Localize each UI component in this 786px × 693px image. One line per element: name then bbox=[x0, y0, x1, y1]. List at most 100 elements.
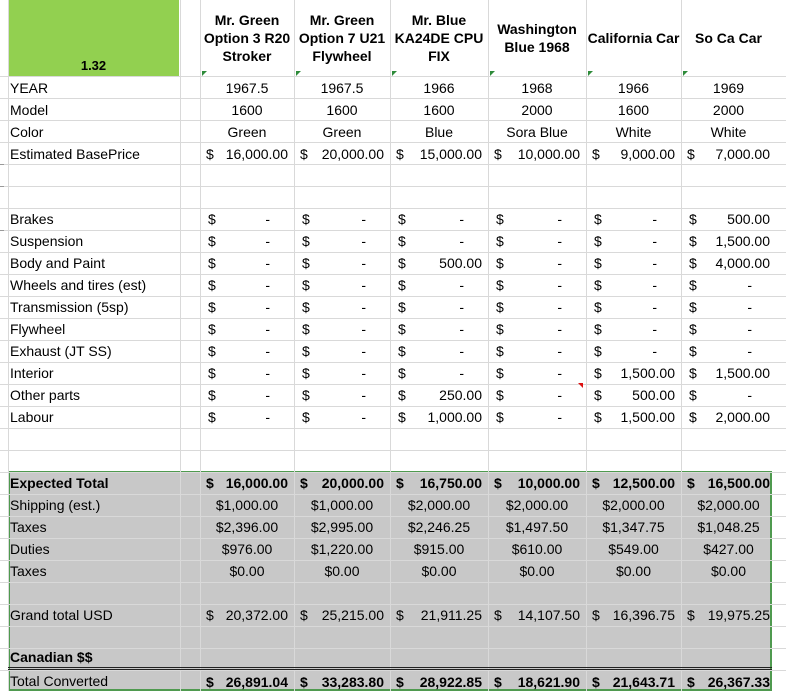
fee-cell[interactable]: $2,000.00 bbox=[390, 494, 488, 516]
fee-cell[interactable]: $915.00 bbox=[390, 538, 488, 560]
row-label[interactable]: Taxes bbox=[8, 516, 180, 538]
fee-cell[interactable]: $1,347.75 bbox=[586, 516, 681, 538]
row-label[interactable]: Flywheel bbox=[8, 318, 180, 340]
row-label[interactable]: Estimated BasePrice bbox=[8, 143, 180, 165]
grand-total-cell[interactable]: $19,975.25 bbox=[681, 604, 776, 626]
total-converted-cell[interactable]: $28,922.85 bbox=[390, 671, 488, 693]
row-label[interactable]: Model bbox=[8, 99, 180, 121]
cost-cell[interactable]: $1,500.00 bbox=[681, 230, 776, 252]
expected-total-cell[interactable]: $10,000.00 bbox=[488, 472, 586, 494]
fee-cell[interactable]: $1,000.00 bbox=[200, 494, 294, 516]
fee-cell[interactable]: $2,000.00 bbox=[681, 494, 776, 516]
cost-cell[interactable]: $ - bbox=[200, 296, 294, 318]
cost-cell[interactable]: $ - bbox=[488, 296, 586, 318]
cost-cell[interactable]: $2,000.00 bbox=[681, 406, 776, 428]
row-label[interactable]: Exhaust (JT SS) bbox=[8, 340, 180, 362]
fee-cell[interactable]: $976.00 bbox=[200, 538, 294, 560]
row-label[interactable]: Total Converted bbox=[8, 671, 180, 691]
base-price-cell[interactable]: $7,000.00 bbox=[681, 143, 776, 165]
cost-cell[interactable]: $ - bbox=[200, 406, 294, 428]
cost-cell[interactable]: $ - bbox=[681, 296, 776, 318]
cost-cell[interactable]: $1,000.00 bbox=[390, 406, 488, 428]
cost-cell[interactable]: $500.00 bbox=[586, 384, 681, 406]
cost-cell[interactable]: $ - bbox=[294, 230, 390, 252]
table-cell[interactable]: 1967.5 bbox=[294, 77, 390, 99]
row-label[interactable]: Expected Total bbox=[8, 472, 180, 494]
total-converted-cell[interactable]: $33,283.80 bbox=[294, 671, 390, 693]
fee-cell[interactable]: $427.00 bbox=[681, 538, 776, 560]
cost-cell[interactable]: $ - bbox=[390, 296, 488, 318]
cost-cell[interactable]: $ - bbox=[586, 318, 681, 340]
expected-total-cell[interactable]: $16,500.00 bbox=[681, 472, 776, 494]
cost-cell[interactable]: $ - bbox=[294, 340, 390, 362]
table-cell[interactable]: 1967.5 bbox=[200, 77, 294, 99]
cost-cell[interactable]: $ - bbox=[200, 362, 294, 384]
cost-cell[interactable]: $ - bbox=[488, 340, 586, 362]
grand-total-cell[interactable]: $20,372.00 bbox=[200, 604, 294, 626]
cost-cell[interactable]: $ - bbox=[200, 318, 294, 340]
row-label[interactable]: Suspension bbox=[8, 230, 180, 252]
cost-cell[interactable]: $ - bbox=[488, 318, 586, 340]
column-header[interactable]: So Ca Car bbox=[681, 0, 776, 76]
cost-cell[interactable]: $ - bbox=[294, 296, 390, 318]
column-header[interactable]: Mr. Green Option 3 R20 Stroker bbox=[200, 0, 294, 76]
fee-cell[interactable]: $1,000.00 bbox=[294, 494, 390, 516]
cost-cell[interactable]: $ - bbox=[294, 406, 390, 428]
expected-total-cell[interactable]: $12,500.00 bbox=[586, 472, 681, 494]
fee-cell[interactable]: $0.00 bbox=[681, 560, 776, 582]
table-cell[interactable]: 2000 bbox=[488, 99, 586, 121]
cost-cell[interactable]: $ - bbox=[200, 340, 294, 362]
grand-total-cell[interactable]: $21,911.25 bbox=[390, 604, 488, 626]
cost-cell[interactable]: $ - bbox=[586, 274, 681, 296]
table-cell[interactable]: Blue bbox=[390, 121, 488, 143]
fee-cell[interactable]: $0.00 bbox=[586, 560, 681, 582]
cost-cell[interactable]: $ - bbox=[200, 208, 294, 230]
fee-cell[interactable]: $0.00 bbox=[294, 560, 390, 582]
cost-cell[interactable]: $ - bbox=[390, 318, 488, 340]
total-converted-cell[interactable]: $26,891.04 bbox=[200, 671, 294, 693]
column-header[interactable]: Mr. Green Option 7 U21 Flywheel bbox=[294, 0, 390, 76]
row-label[interactable]: YEAR bbox=[8, 77, 180, 99]
cost-cell[interactable]: $ - bbox=[294, 362, 390, 384]
expected-total-cell[interactable]: $20,000.00 bbox=[294, 472, 390, 494]
cost-cell[interactable]: $ - bbox=[390, 274, 488, 296]
row-label[interactable]: Duties bbox=[8, 538, 180, 560]
base-price-cell[interactable]: $20,000.00 bbox=[294, 143, 390, 165]
cost-cell[interactable]: $ - bbox=[200, 230, 294, 252]
row-label[interactable]: Interior bbox=[8, 362, 180, 384]
grand-total-cell[interactable]: $14,107.50 bbox=[488, 604, 586, 626]
cost-cell[interactable]: $4,000.00 bbox=[681, 252, 776, 274]
cost-cell[interactable]: $ - bbox=[681, 274, 776, 296]
cost-cell[interactable]: $ - bbox=[681, 384, 776, 406]
fee-cell[interactable]: $1,048.25 bbox=[681, 516, 776, 538]
row-label[interactable]: Shipping (est.) bbox=[8, 494, 180, 516]
table-cell[interactable]: Sora Blue bbox=[488, 121, 586, 143]
row-label[interactable]: Taxes bbox=[8, 560, 180, 582]
cost-cell[interactable]: $ - bbox=[390, 208, 488, 230]
base-price-cell[interactable]: $16,000.00 bbox=[200, 143, 294, 165]
table-cell[interactable]: 1600 bbox=[200, 99, 294, 121]
cost-cell[interactable]: $ - bbox=[681, 340, 776, 362]
total-converted-cell[interactable]: $18,621.90 bbox=[488, 671, 586, 693]
total-converted-cell[interactable]: $21,643.71 bbox=[586, 671, 681, 693]
row-label[interactable]: Other parts bbox=[8, 384, 180, 406]
grand-total-cell[interactable]: $25,215.00 bbox=[294, 604, 390, 626]
cost-cell[interactable]: $ - bbox=[294, 318, 390, 340]
row-label[interactable]: Transmission (5sp) bbox=[8, 296, 180, 318]
base-price-cell[interactable]: $10,000.00 bbox=[488, 143, 586, 165]
cost-cell[interactable]: $ - bbox=[681, 318, 776, 340]
base-price-cell[interactable]: $9,000.00 bbox=[586, 143, 681, 165]
row-label[interactable]: Body and Paint bbox=[8, 252, 180, 274]
row-label[interactable]: Wheels and tires (est) bbox=[8, 274, 180, 296]
fee-cell[interactable]: $0.00 bbox=[200, 560, 294, 582]
fee-cell[interactable]: $2,396.00 bbox=[200, 516, 294, 538]
spreadsheet-grid[interactable]: 1.32 Mr. Green Option 3 R20 Stroker Mr. G… bbox=[0, 0, 786, 691]
cost-cell[interactable]: $ - bbox=[200, 384, 294, 406]
table-cell[interactable]: 1966 bbox=[390, 77, 488, 99]
cost-cell[interactable]: $ - bbox=[294, 274, 390, 296]
cost-cell[interactable]: $ - bbox=[390, 340, 488, 362]
cost-cell[interactable]: $500.00 bbox=[681, 208, 776, 230]
row-label[interactable]: Labour bbox=[8, 406, 180, 428]
table-cell[interactable]: 2000 bbox=[681, 99, 776, 121]
row-label[interactable]: Canadian $$ bbox=[8, 646, 180, 668]
